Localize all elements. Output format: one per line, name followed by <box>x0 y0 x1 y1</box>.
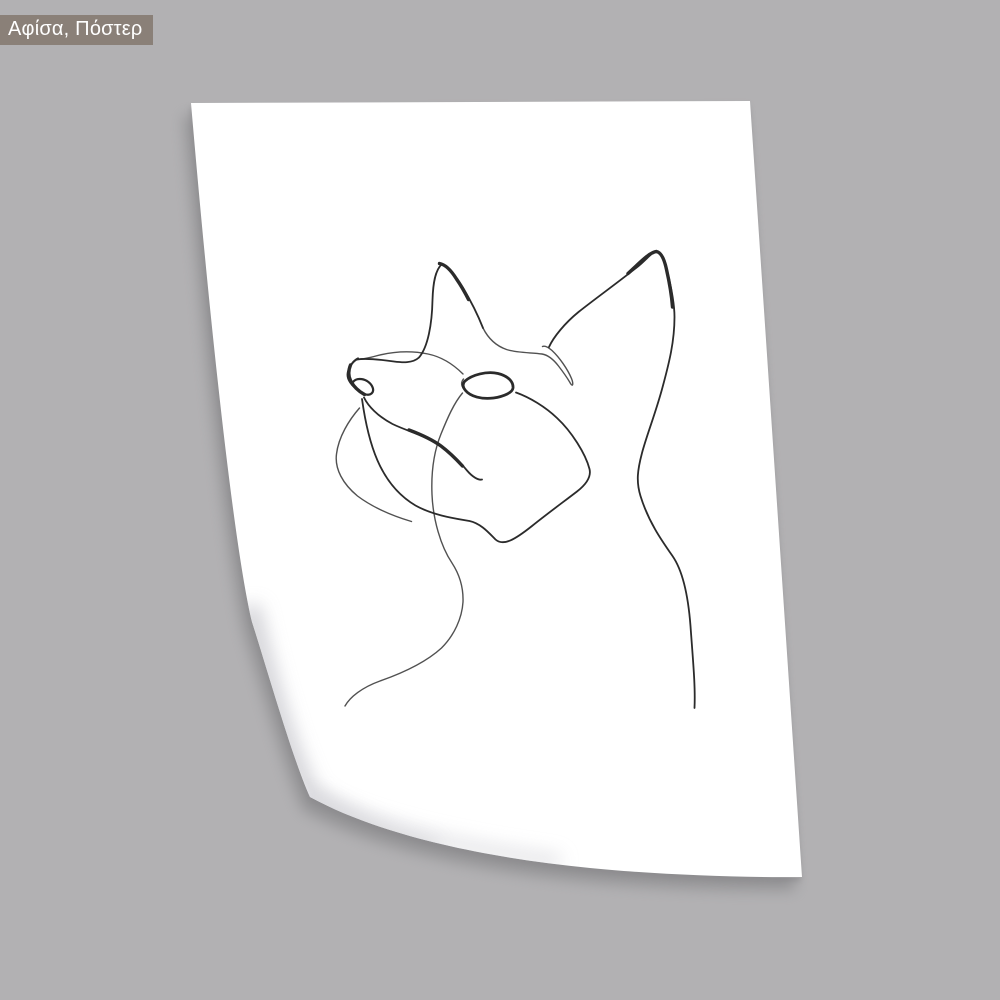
category-badge: Αφίσα, Πόστερ <box>0 15 153 45</box>
category-badge-label: Αφίσα, Πόστερ <box>8 18 142 40</box>
page-background: Αφίσα, Πόστερ <box>0 0 1000 1000</box>
poster-mockup <box>0 0 1000 1000</box>
poster-paper <box>191 101 802 877</box>
